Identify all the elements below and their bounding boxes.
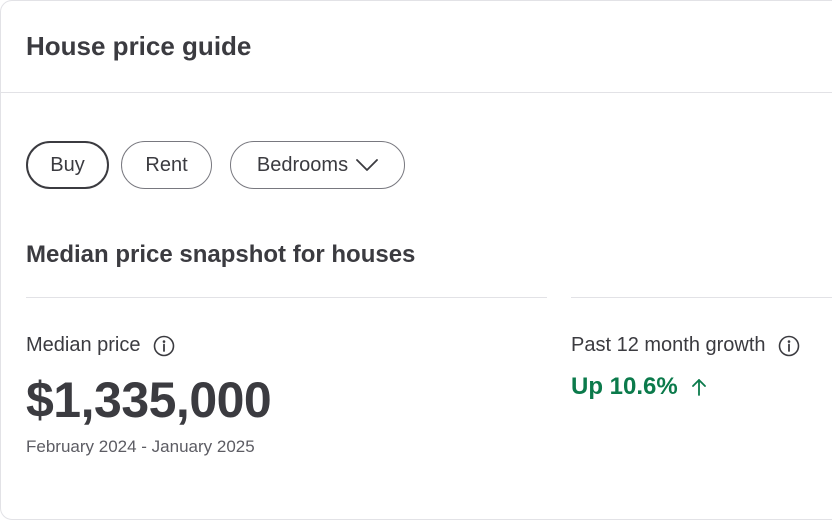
chevron-down-icon bbox=[356, 159, 378, 171]
median-price-period: February 2024 - January 2025 bbox=[26, 437, 255, 456]
rent-filter-button[interactable]: Rent bbox=[121, 141, 212, 189]
bedrooms-dropdown[interactable]: Bedrooms bbox=[230, 141, 405, 189]
divider-right bbox=[571, 297, 832, 298]
buy-filter-label: Buy bbox=[50, 153, 85, 176]
growth-label: Past 12 month growth bbox=[571, 334, 766, 356]
buy-filter-button[interactable]: Buy bbox=[26, 141, 109, 189]
median-price-label-row: Median price bbox=[26, 334, 175, 357]
median-price-label: Median price bbox=[26, 334, 141, 356]
info-icon[interactable] bbox=[778, 335, 800, 357]
growth-value: Up 10.6% bbox=[571, 373, 678, 400]
growth-label-row: Past 12 month growth bbox=[571, 334, 800, 357]
median-price-value: $1,335,000 bbox=[26, 372, 272, 428]
divider-left bbox=[26, 297, 547, 298]
section-title: Median price snapshot for houses bbox=[26, 241, 416, 268]
price-guide-card: House price guide Buy Rent Bedrooms Medi… bbox=[0, 0, 832, 520]
card-header: House price guide bbox=[1, 1, 832, 93]
arrow-up-icon bbox=[691, 379, 706, 396]
bedrooms-label: Bedrooms bbox=[256, 153, 349, 176]
info-icon[interactable] bbox=[153, 335, 175, 357]
growth-value-row: Up 10.6% bbox=[571, 373, 708, 401]
rent-filter-label: Rent bbox=[145, 153, 188, 176]
page-title: House price guide bbox=[26, 31, 252, 61]
